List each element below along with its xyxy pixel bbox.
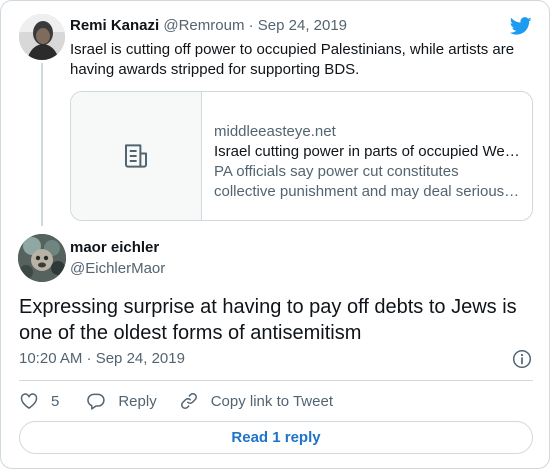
link-icon	[180, 393, 197, 409]
tweet-embed-card: Remi Kanazi @Remroum · Sep 24, 2019 Isra…	[0, 0, 550, 469]
author-avatar[interactable]	[18, 234, 66, 282]
author-handle[interactable]: @EichlerMaor	[70, 260, 165, 277]
parent-header: Remi Kanazi @Remroum · Sep 24, 2019	[70, 17, 347, 34]
link-title: Israel cutting power in parts of occupie…	[214, 143, 520, 160]
author-display-name[interactable]: maor eichler	[70, 239, 159, 256]
heart-icon	[20, 393, 38, 409]
read-replies-button[interactable]: Read 1 reply	[19, 421, 533, 454]
link-preview-thumbnail	[71, 92, 202, 220]
tweet-timestamp[interactable]: 10:20 AM · Sep 24, 2019	[19, 350, 185, 367]
speech-bubble-icon	[87, 393, 106, 410]
link-description: PA officials say power cut constitutes c…	[214, 163, 520, 200]
tweet-actions: 5 Reply Copy link to Tweet	[19, 390, 333, 412]
parent-avatar[interactable]	[19, 14, 65, 60]
tweet-text: Expressing surprise at having to pay off…	[19, 296, 517, 344]
like-button[interactable]: 5	[19, 391, 86, 411]
document-icon	[125, 144, 147, 168]
parent-tweet-text: Israel is cutting off power to occupied …	[70, 41, 515, 78]
link-preview-card[interactable]: middleeasteye.net Israel cutting power i…	[70, 91, 533, 221]
twitter-bird-icon[interactable]	[509, 15, 533, 37]
info-icon[interactable]	[512, 349, 532, 369]
thread-connector-line	[41, 63, 43, 226]
link-preview-body: middleeasteye.net Israel cutting power i…	[202, 92, 532, 220]
like-count: 5	[51, 392, 60, 410]
copy-link-label: Copy link to Tweet	[210, 392, 333, 410]
divider	[19, 380, 533, 381]
parent-handle-date[interactable]: @Remroum · Sep 24, 2019	[163, 17, 347, 34]
reply-button[interactable]: Reply	[86, 391, 178, 411]
parent-display-name[interactable]: Remi Kanazi	[70, 17, 159, 34]
link-domain: middleeasteye.net	[214, 123, 336, 140]
reply-label: Reply	[118, 392, 157, 410]
copy-link-button[interactable]: Copy link to Tweet	[179, 391, 333, 411]
